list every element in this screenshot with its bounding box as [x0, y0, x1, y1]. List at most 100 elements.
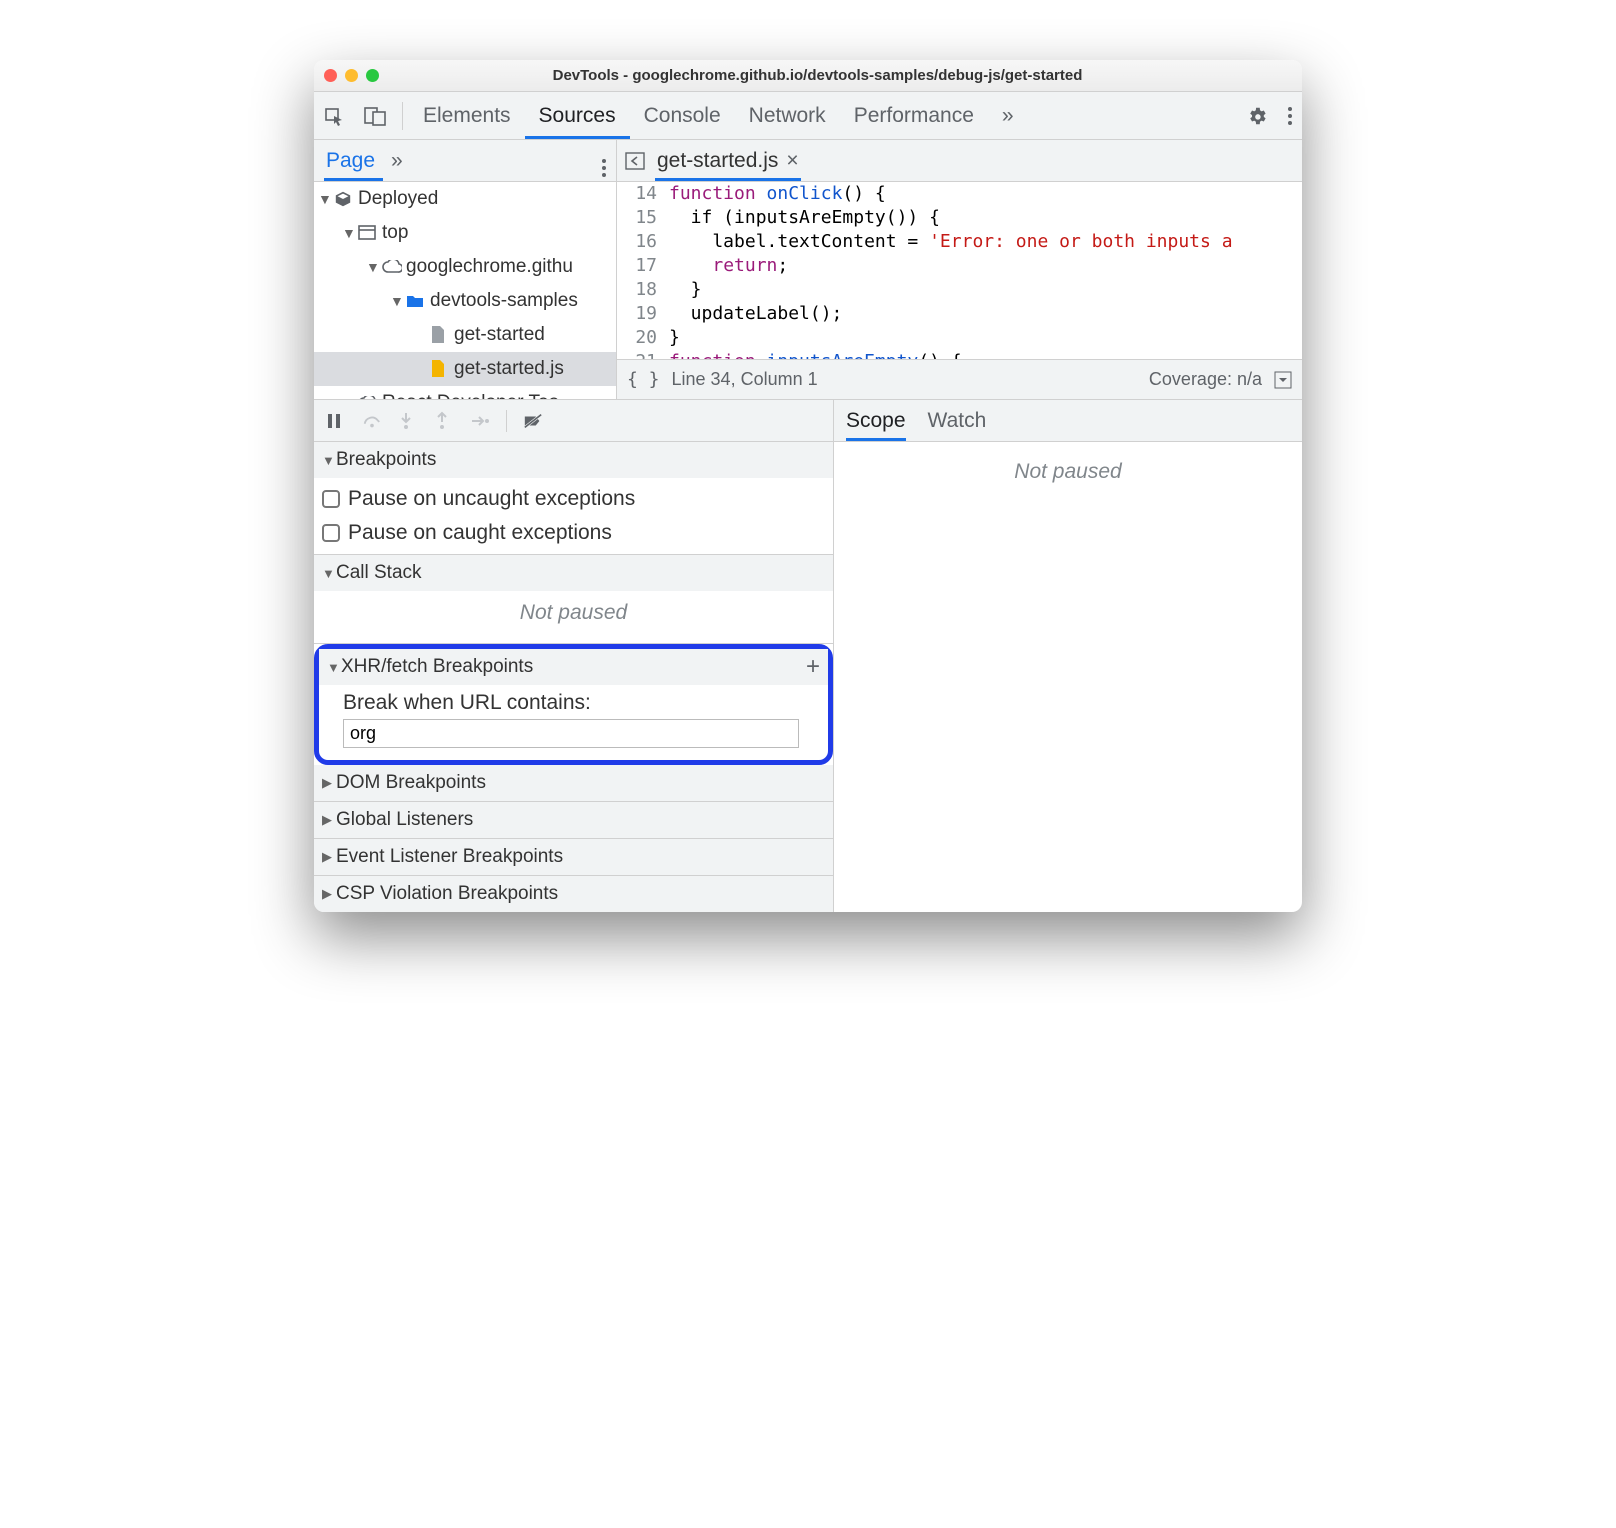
code-editor-pane: get-started.js × 14function onClick() {1…: [617, 140, 1302, 399]
tabs-overflow[interactable]: »: [988, 92, 1028, 139]
navigator-more-icon[interactable]: [602, 145, 606, 177]
code-line[interactable]: 20}: [617, 326, 1302, 350]
line-number[interactable]: 17: [617, 254, 665, 278]
coverage-label: Coverage: n/a: [1149, 369, 1262, 390]
code-line[interactable]: 18 }: [617, 278, 1302, 302]
pause-uncaught-row[interactable]: Pause on uncaught exceptions: [322, 482, 825, 516]
section-global-listeners: ▶Global Listeners: [314, 802, 833, 839]
xhr-input-label: Break when URL contains:: [343, 691, 818, 715]
checkbox-icon[interactable]: [322, 490, 340, 508]
line-number[interactable]: 16: [617, 230, 665, 254]
step-over-icon[interactable]: [362, 412, 382, 430]
section-header[interactable]: ▼Call Stack: [314, 555, 833, 591]
tree-label: get-started.js: [454, 358, 564, 380]
tree-label: top: [382, 222, 408, 244]
pause-icon[interactable]: [326, 412, 346, 430]
format-icon[interactable]: { }: [627, 369, 660, 390]
section-header[interactable]: ▼Breakpoints: [314, 442, 833, 478]
tree-label: Deployed: [358, 188, 438, 210]
tree-node-folder[interactable]: ▼ devtools-samples: [314, 284, 616, 318]
code-content: function onClick() {: [665, 182, 886, 206]
section-title: Event Listener Breakpoints: [336, 846, 563, 868]
tab-elements[interactable]: Elements: [409, 92, 525, 139]
tab-console[interactable]: Console: [630, 92, 735, 139]
tab-watch[interactable]: Watch: [928, 409, 987, 433]
code-line[interactable]: 15 if (inputsAreEmpty()) {: [617, 206, 1302, 230]
document-icon: [430, 326, 450, 344]
code-line[interactable]: 16 label.textContent = 'Error: one or bo…: [617, 230, 1302, 254]
section-breakpoints: ▼Breakpoints Pause on uncaught exception…: [314, 442, 833, 555]
section-header[interactable]: ▶Event Listener Breakpoints: [314, 839, 833, 875]
editor-tab-active[interactable]: get-started.js ×: [655, 140, 801, 181]
tree-label: devtools-samples: [430, 290, 578, 312]
line-number[interactable]: 18: [617, 278, 665, 302]
section-header[interactable]: ▶CSP Violation Breakpoints: [314, 876, 833, 912]
section-xhr-breakpoints: ▼XHR/fetch Breakpoints + Break when URL …: [319, 649, 828, 760]
main-toolbar: Elements Sources Console Network Perform…: [314, 92, 1302, 140]
code-content: updateLabel();: [665, 302, 842, 326]
cube-icon: [334, 190, 354, 208]
debugger-pane: ▼Breakpoints Pause on uncaught exception…: [314, 400, 834, 912]
step-into-icon[interactable]: [398, 411, 418, 431]
tree-node-extension[interactable]: ▶ React Developer Too: [314, 386, 616, 399]
section-header[interactable]: ▶Global Listeners: [314, 802, 833, 838]
section-header[interactable]: ▶DOM Breakpoints: [314, 765, 833, 801]
step-out-icon[interactable]: [434, 411, 454, 431]
deactivate-breakpoints-icon[interactable]: [523, 412, 543, 430]
toggle-navigator-icon[interactable]: [625, 152, 645, 170]
section-title: Breakpoints: [336, 449, 436, 471]
pause-caught-row[interactable]: Pause on caught exceptions: [322, 516, 825, 550]
not-paused-label: Not paused: [314, 591, 833, 643]
section-dom-breakpoints: ▶DOM Breakpoints: [314, 765, 833, 802]
cloud-icon: [382, 260, 402, 274]
navigator-overflow[interactable]: »: [383, 149, 411, 173]
section-header[interactable]: ▼XHR/fetch Breakpoints +: [319, 649, 828, 685]
editor-tabs: get-started.js ×: [617, 140, 1302, 182]
highlight-box: ▼XHR/fetch Breakpoints + Break when URL …: [314, 644, 833, 765]
tree-node-origin[interactable]: ▼ googlechrome.githu: [314, 250, 616, 284]
js-file-icon: [430, 360, 450, 378]
close-window[interactable]: [324, 69, 337, 82]
checkbox-label: Pause on caught exceptions: [348, 521, 612, 545]
code-content: }: [665, 326, 680, 350]
code-line[interactable]: 21function inputsAreEmpty() {: [617, 350, 1302, 359]
add-icon[interactable]: +: [806, 653, 820, 681]
editor-footer: { } Line 34, Column 1 Coverage: n/a: [617, 359, 1302, 399]
navigator-tab-page[interactable]: Page: [324, 140, 383, 181]
more-icon[interactable]: [1278, 107, 1302, 125]
line-number[interactable]: 19: [617, 302, 665, 326]
tree-node-deployed[interactable]: ▼ Deployed: [314, 182, 616, 216]
tree-node-file-js[interactable]: get-started.js: [314, 352, 616, 386]
code-line[interactable]: 19 updateLabel();: [617, 302, 1302, 326]
tree-node-file-html[interactable]: get-started: [314, 318, 616, 352]
window-icon: [358, 225, 378, 241]
step-icon[interactable]: [470, 413, 490, 429]
tab-performance[interactable]: Performance: [840, 92, 988, 139]
divider: [402, 102, 403, 130]
code-line[interactable]: 14function onClick() {: [617, 182, 1302, 206]
code-view[interactable]: 14function onClick() {15 if (inputsAreEm…: [617, 182, 1302, 359]
code-content: }: [665, 278, 702, 302]
inspect-icon[interactable]: [314, 106, 354, 126]
line-number[interactable]: 20: [617, 326, 665, 350]
line-number[interactable]: 15: [617, 206, 665, 230]
device-toggle-icon[interactable]: [354, 106, 396, 126]
devtools-window: DevTools - googlechrome.github.io/devtoo…: [314, 60, 1302, 912]
tab-scope[interactable]: Scope: [846, 400, 906, 441]
navigator-pane: Page » ▼ Deployed ▼ top ▼ googlechrome.g…: [314, 140, 617, 399]
tree-node-top[interactable]: ▼ top: [314, 216, 616, 250]
xhr-url-input[interactable]: [343, 719, 799, 748]
code-line[interactable]: 17 return;: [617, 254, 1302, 278]
dropdown-icon[interactable]: [1274, 371, 1292, 389]
checkbox-icon[interactable]: [322, 524, 340, 542]
tab-sources[interactable]: Sources: [525, 92, 630, 139]
tab-network[interactable]: Network: [735, 92, 840, 139]
line-number[interactable]: 14: [617, 182, 665, 206]
editor-tab-label: get-started.js: [657, 149, 778, 173]
right-tabs: Scope Watch: [834, 400, 1302, 442]
content-area: Page » ▼ Deployed ▼ top ▼ googlechrome.g…: [314, 140, 1302, 400]
close-icon[interactable]: ×: [786, 149, 798, 173]
line-number[interactable]: 21: [617, 350, 665, 359]
settings-icon[interactable]: [1236, 105, 1278, 127]
code-content: return;: [665, 254, 788, 278]
